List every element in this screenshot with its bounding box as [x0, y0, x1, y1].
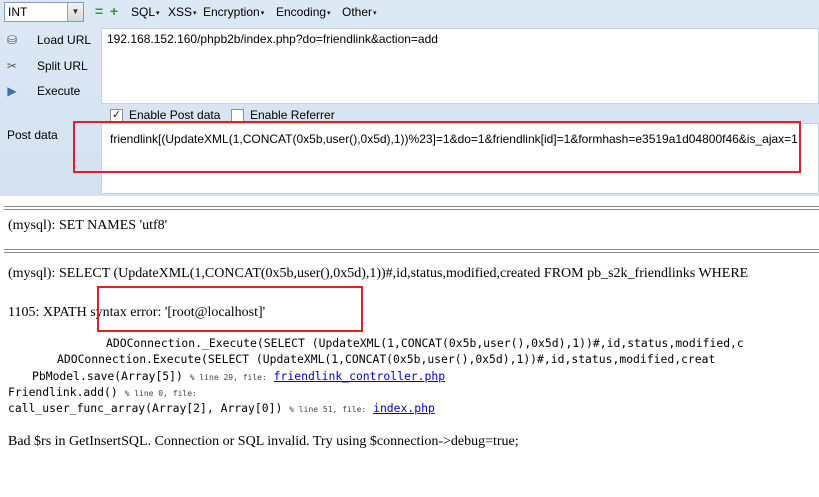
scissors-icon: ✂ — [6, 59, 18, 73]
url-input[interactable]: 192.168.152.160/phpb2b/index.php?do=frie… — [101, 28, 819, 104]
enable-post-checkbox[interactable]: ✓ Enable Post data — [110, 108, 220, 122]
chevron-down-icon: ▼ — [67, 3, 83, 21]
trace-line: Friendlink.add() % line 0, file: — [8, 385, 197, 399]
highlight-error — [97, 286, 363, 332]
bad-rs-message: Bad $rs in GetInsertSQL. Connection or S… — [8, 434, 519, 449]
divider — [4, 249, 819, 250]
play-icon: ▶ — [7, 84, 17, 98]
type-select[interactable]: INT ▼ — [4, 2, 84, 22]
enable-referrer-checkbox[interactable]: Enable Referrer — [231, 108, 335, 122]
set-names-line: (mysql): SET NAMES 'utf8' — [8, 218, 168, 233]
divider — [4, 252, 819, 253]
menu-sql[interactable]: SQL▾ — [131, 5, 160, 19]
split-url-button[interactable]: ✂ Split URL — [0, 55, 88, 77]
execute-button[interactable]: ▶ Execute — [0, 80, 80, 102]
trace-line: ADOConnection.Execute(SELECT (UpdateXML(… — [57, 352, 716, 366]
file-link[interactable]: friendlink_controller.php — [274, 369, 445, 383]
divider — [4, 209, 819, 210]
checkbox-checked-icon: ✓ — [110, 108, 123, 122]
menu-xss[interactable]: XSS▾ — [168, 5, 197, 19]
plus-icon[interactable]: + — [110, 4, 118, 18]
type-select-value: INT — [8, 5, 28, 19]
post-data-label: Post data — [7, 128, 58, 142]
menu-encryption[interactable]: Encryption▾ — [203, 5, 264, 19]
menu-other[interactable]: Other▾ — [342, 5, 377, 19]
minus-icon[interactable]: = — [95, 4, 103, 18]
checkbox-empty-icon — [231, 108, 244, 122]
trace-line: PbModel.save(Array[5]) % line 29, file: … — [32, 369, 446, 383]
select-query-line: (mysql): SELECT (UpdateXML(1,CONCAT(0x5b… — [8, 266, 749, 281]
trace-line: ADOConnection._Execute(SELECT (UpdateXML… — [106, 336, 744, 350]
menu-encoding[interactable]: Encoding▾ — [276, 5, 331, 19]
load-url-icon: ⛁ — [6, 33, 18, 47]
highlight-post-data — [73, 121, 801, 173]
trace-line: call_user_func_array(Array[2], Array[0])… — [8, 401, 435, 415]
hackbar-panel: INT ▼ = + SQL▾ XSS▾ Encryption▾ Encoding… — [0, 0, 819, 196]
load-url-button[interactable]: ⛁ Load URL — [0, 29, 91, 51]
divider — [4, 206, 819, 207]
file-link[interactable]: index.php — [373, 401, 435, 415]
